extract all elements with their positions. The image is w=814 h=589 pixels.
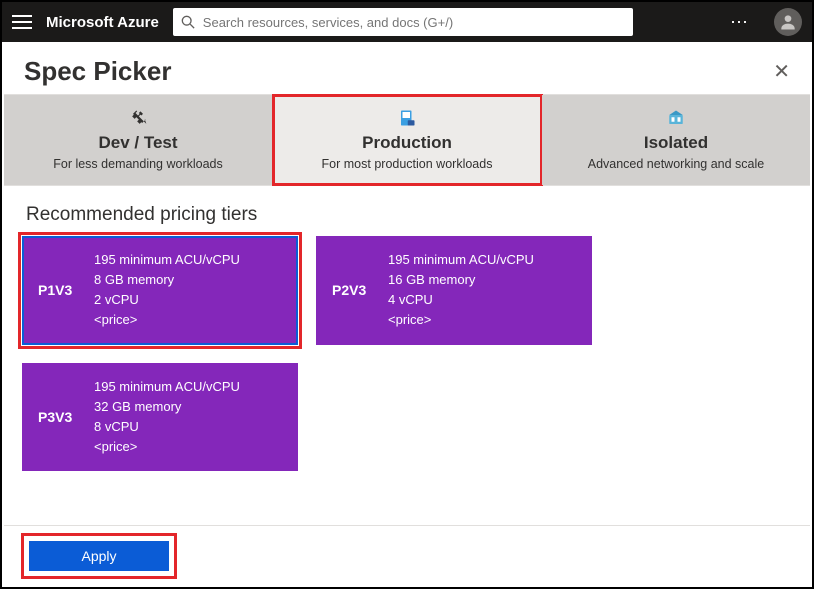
tab-production[interactable]: Production For most production workloads — [273, 95, 542, 185]
pricing-tier-p2v3[interactable]: P2V3 195 minimum ACU/vCPU16 GB memory4 vC… — [316, 236, 592, 345]
pricing-tier-p1v3[interactable]: P1V3 195 minimum ACU/vCPU8 GB memory2 vCP… — [22, 236, 298, 345]
brand-label: Microsoft Azure — [46, 14, 159, 31]
blade-body-scroll[interactable]: Dev / Test For less demanding workloads Pr… — [4, 94, 810, 585]
tier-sku: P2V3 — [332, 282, 374, 298]
user-avatar[interactable] — [774, 8, 802, 36]
tier-sku: P1V3 — [38, 282, 80, 298]
tab-icon — [667, 107, 685, 129]
tab-dev-test[interactable]: Dev / Test For less demanding workloads — [4, 95, 273, 185]
tier-sku: P3V3 — [38, 409, 80, 425]
section-heading: Recommended pricing tiers — [26, 204, 788, 226]
hamburger-menu-icon[interactable] — [12, 15, 32, 29]
tier-details: 195 minimum ACU/vCPU32 GB memory8 vCPU<p… — [94, 377, 240, 458]
tab-icon — [398, 107, 416, 129]
tier-memory: 8 GB memory — [94, 270, 240, 290]
blade-footer: Apply — [4, 525, 810, 585]
more-actions-icon[interactable]: ⋯ — [730, 12, 750, 33]
tab-description: For most production workloads — [322, 157, 493, 171]
workload-tabs: Dev / Test For less demanding workloads Pr… — [4, 94, 810, 186]
tier-vcpu: 2 vCPU — [94, 290, 240, 310]
tier-price: <price> — [94, 437, 240, 457]
tier-details: 195 minimum ACU/vCPU8 GB memory2 vCPU<pr… — [94, 250, 240, 331]
tab-description: Advanced networking and scale — [588, 157, 765, 171]
apply-highlight-box: Apply — [24, 536, 174, 576]
search-input[interactable] — [203, 15, 625, 30]
tab-isolated[interactable]: Isolated Advanced networking and scale — [542, 95, 810, 185]
tier-details: 195 minimum ACU/vCPU16 GB memory4 vCPU<p… — [388, 250, 534, 331]
blade-header: Spec Picker ✕ — [2, 42, 812, 97]
tab-label: Production — [362, 133, 452, 153]
page-title: Spec Picker — [24, 56, 171, 87]
pricing-tier-p3v3[interactable]: P3V3 195 minimum ACU/vCPU32 GB memory8 vC… — [22, 363, 298, 472]
azure-top-bar: Microsoft Azure ⋯ — [2, 2, 812, 42]
tier-price: <price> — [388, 310, 534, 330]
tab-icon — [128, 107, 148, 129]
tier-acu: 195 minimum ACU/vCPU — [94, 250, 240, 270]
tier-memory: 32 GB memory — [94, 397, 240, 417]
tier-vcpu: 4 vCPU — [388, 290, 534, 310]
search-icon — [181, 15, 195, 29]
tier-memory: 16 GB memory — [388, 270, 534, 290]
close-icon[interactable]: ✕ — [773, 59, 790, 84]
tab-description: For less demanding workloads — [53, 157, 223, 171]
tier-acu: 195 minimum ACU/vCPU — [94, 377, 240, 397]
pricing-tier-grid: P1V3195 minimum ACU/vCPU8 GB memory2 vCP… — [4, 236, 810, 493]
global-search[interactable] — [173, 8, 633, 36]
tab-label: Dev / Test — [98, 133, 177, 153]
tab-label: Isolated — [644, 133, 708, 153]
tier-acu: 195 minimum ACU/vCPU — [388, 250, 534, 270]
tier-vcpu: 8 vCPU — [94, 417, 240, 437]
tier-price: <price> — [94, 310, 240, 330]
apply-button[interactable]: Apply — [29, 541, 169, 571]
